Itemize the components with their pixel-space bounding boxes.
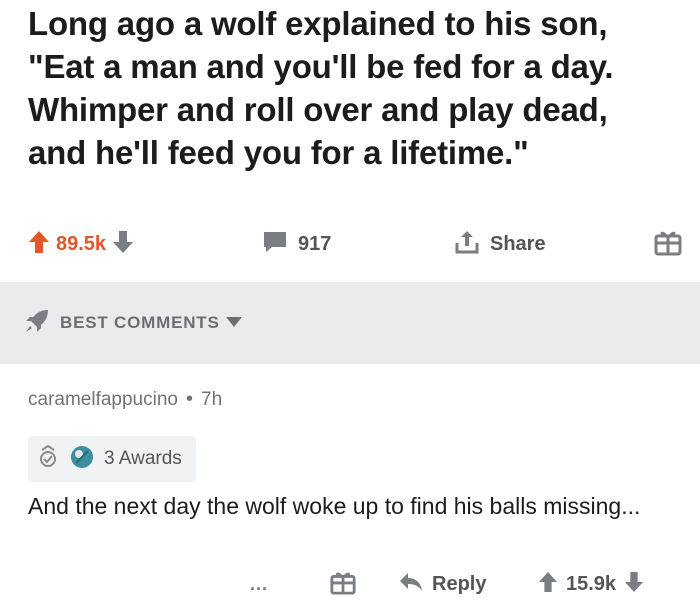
rocket-icon <box>24 308 50 339</box>
share-button[interactable]: Share <box>454 222 546 266</box>
meta-separator: • <box>185 388 193 410</box>
comment-action-bar: ... Reply 15.9k <box>0 566 700 602</box>
caret-down-icon <box>225 314 242 332</box>
comment-author[interactable]: caramelfappucino <box>28 389 178 411</box>
comment-bubble-icon <box>262 230 288 259</box>
award-icon <box>38 444 68 475</box>
comment-score: 15.9k <box>566 572 617 595</box>
award-icon <box>68 443 96 476</box>
reply-arrow-icon <box>398 571 424 598</box>
downvote-arrow-icon[interactable] <box>624 571 644 598</box>
post-vote-group: 89.5k <box>28 222 134 266</box>
gift-icon <box>330 569 356 600</box>
post-action-bar: 89.5k 917 Share <box>0 222 700 266</box>
comment-age: 7h <box>201 388 223 410</box>
comments-button[interactable]: 917 <box>262 222 331 266</box>
awards-count: 3 Awards <box>104 448 182 469</box>
share-icon <box>454 229 480 260</box>
comment-count: 917 <box>298 232 332 255</box>
post-score: 89.5k <box>56 232 107 255</box>
give-award-button[interactable] <box>654 222 682 266</box>
comment-meta: caramelfappucino • 7h <box>28 388 222 411</box>
post-title: Long ago a wolf explained to his son, "E… <box>28 5 614 171</box>
comment-give-award-button[interactable] <box>330 566 356 602</box>
comment-vote-group: 15.9k <box>538 566 644 602</box>
awards-badge[interactable]: 3 Awards <box>28 436 196 482</box>
upvote-arrow-icon[interactable] <box>538 571 558 598</box>
comment-sort-bar[interactable]: BEST COMMENTS <box>0 282 700 364</box>
gift-icon <box>654 228 682 261</box>
reply-button[interactable]: Reply <box>398 566 486 602</box>
comment-body: And the next day the wolf woke up to fin… <box>28 493 641 519</box>
reply-label: Reply <box>432 572 487 595</box>
downvote-arrow-icon[interactable] <box>112 230 134 259</box>
more-options-button[interactable]: ... <box>250 566 268 602</box>
share-label: Share <box>490 232 546 255</box>
upvote-arrow-icon[interactable] <box>28 230 50 259</box>
sort-label: BEST COMMENTS <box>60 313 220 332</box>
